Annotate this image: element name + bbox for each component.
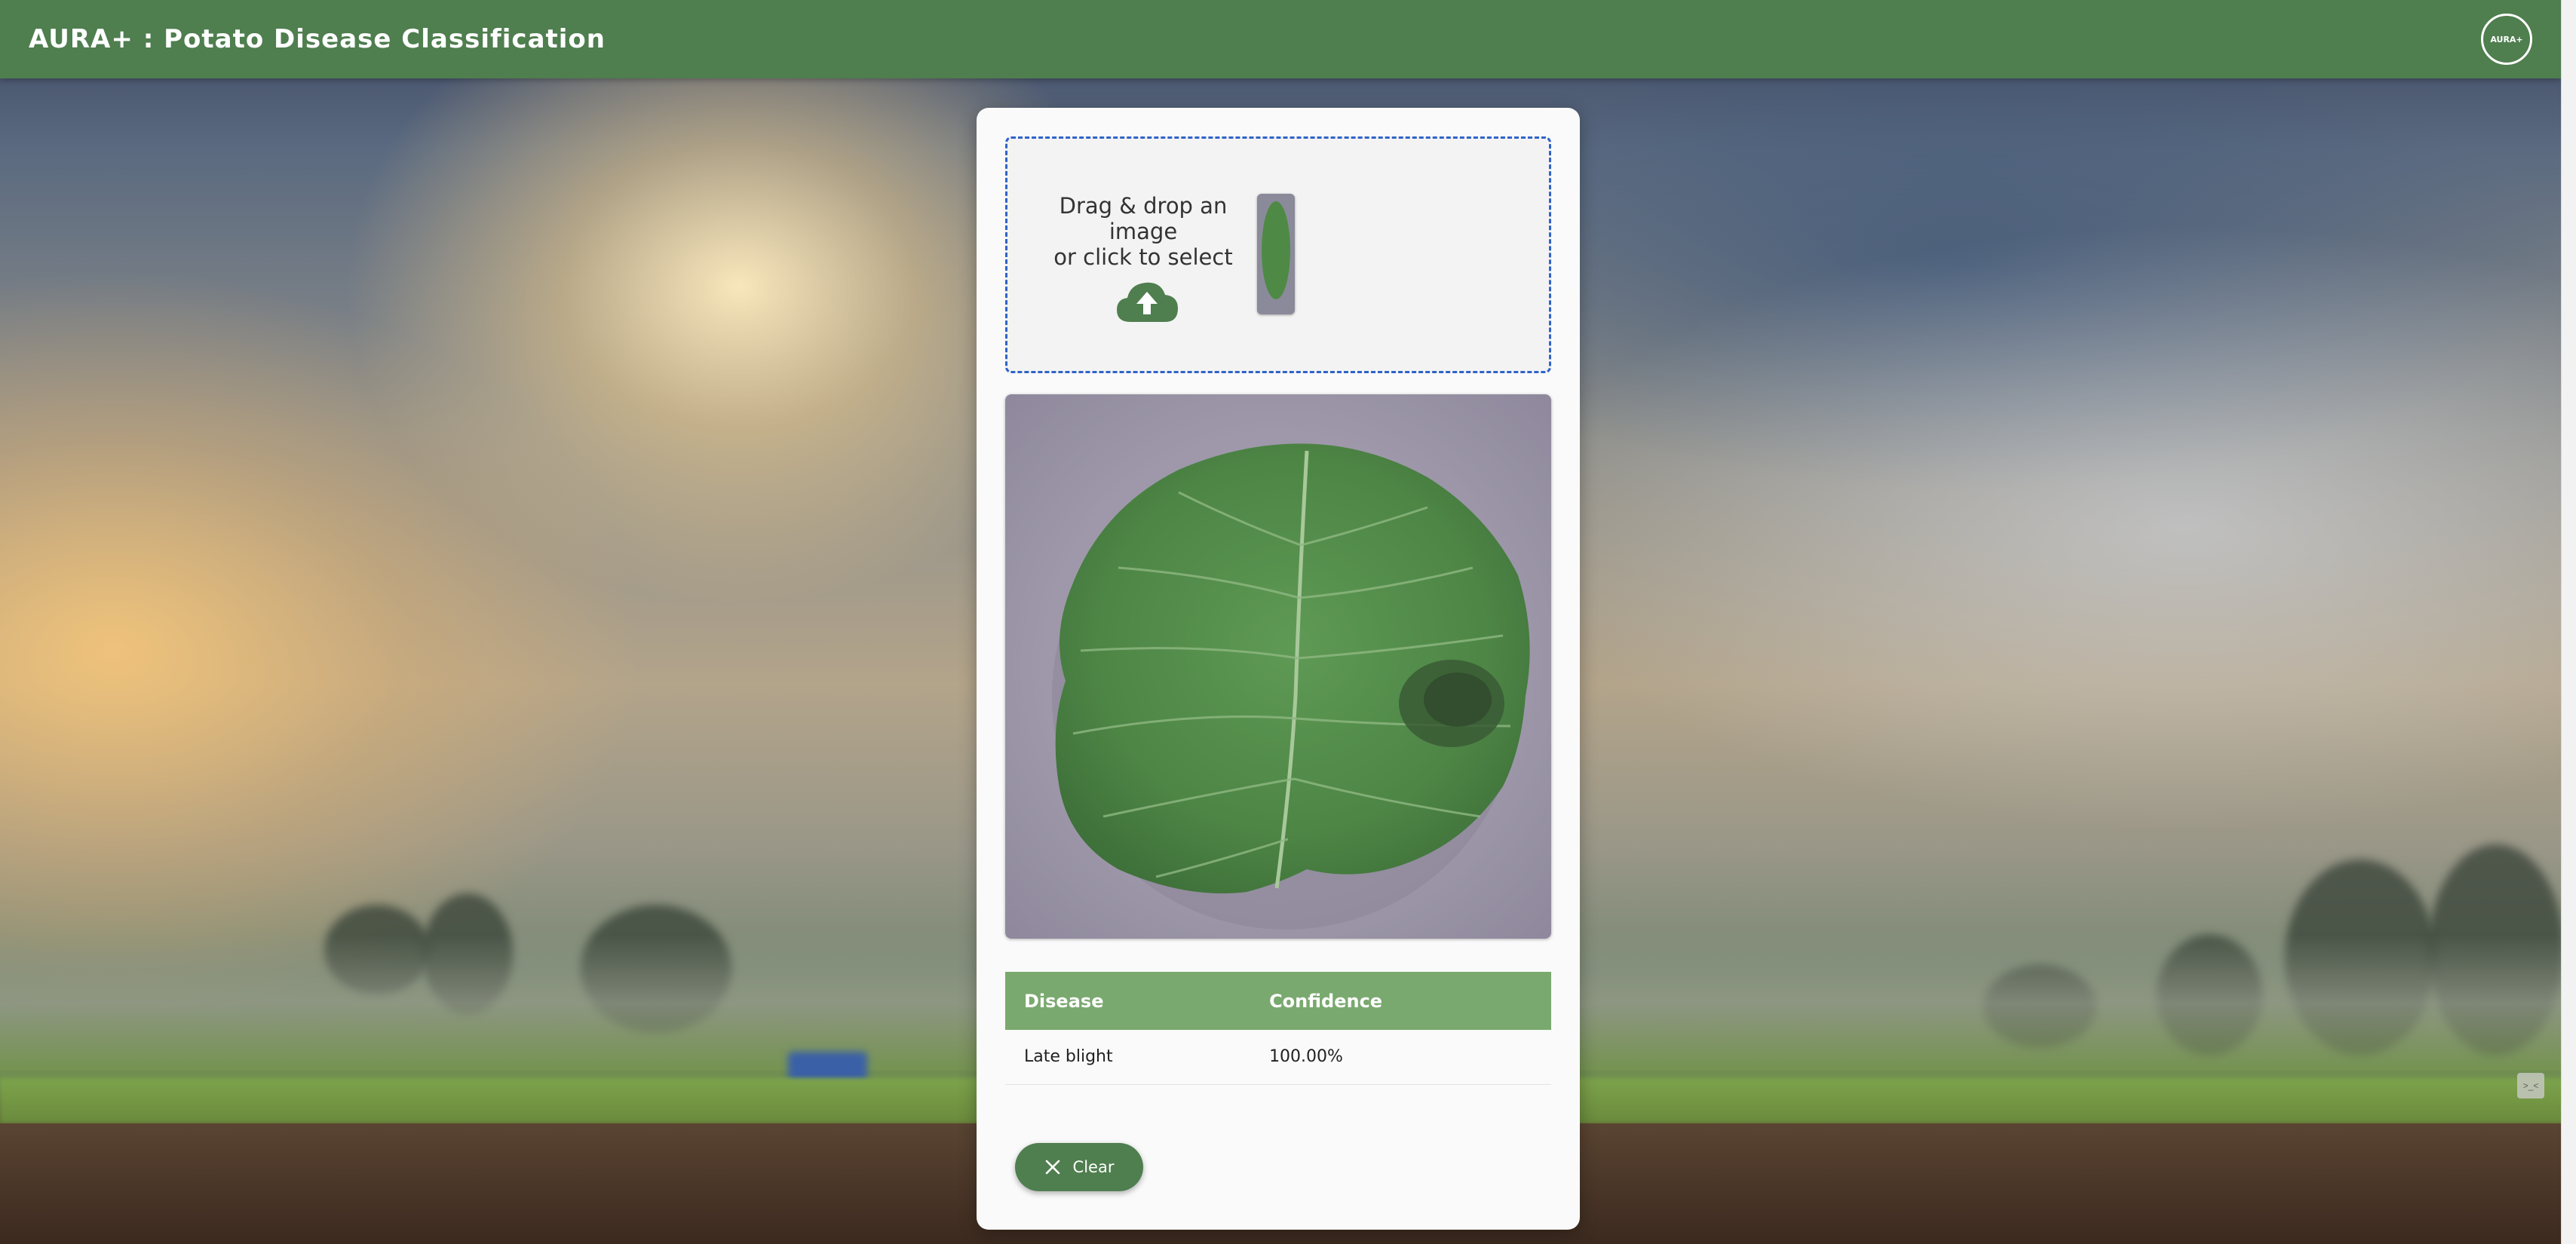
- table-row: Late blight 100.00%: [1005, 1030, 1551, 1085]
- app-bar: AURA+ : Potato Disease Classification AU…: [0, 0, 2561, 78]
- clear-button[interactable]: Clear: [1015, 1143, 1143, 1191]
- aura-logo[interactable]: AURA+: [2481, 14, 2532, 65]
- column-header-disease: Disease: [1005, 972, 1251, 1030]
- column-header-confidence: Confidence: [1250, 972, 1551, 1030]
- leaf-image: [1052, 443, 1530, 930]
- floating-widget-icon[interactable]: >_<: [2517, 1073, 2544, 1098]
- leaf-thumbnail-image: [1262, 201, 1290, 299]
- cloud-upload-icon: [1117, 282, 1178, 322]
- background-object: [788, 1052, 867, 1082]
- dropzone-line1: Drag & drop an image: [1059, 193, 1228, 244]
- uploaded-thumbnail[interactable]: [1257, 194, 1295, 314]
- results-table: Disease Confidence Late blight 100.00%: [1005, 972, 1551, 1085]
- image-dropzone[interactable]: Drag & drop an image or click to select: [1005, 136, 1551, 373]
- leaf-preview-image: [1005, 394, 1551, 939]
- page-scrollbar[interactable]: [2561, 0, 2576, 1244]
- disease-cell: Late blight: [1005, 1030, 1251, 1085]
- dropzone-text: Drag & drop an image or click to select: [1030, 193, 1256, 270]
- close-icon: [1045, 1160, 1060, 1175]
- dropzone-line2: or click to select: [1053, 244, 1233, 270]
- confidence-cell: 100.00%: [1250, 1030, 1551, 1085]
- classifier-card: Drag & drop an image or click to select: [977, 108, 1580, 1230]
- clear-button-label: Clear: [1072, 1158, 1115, 1176]
- app-title: AURA+ : Potato Disease Classification: [29, 24, 606, 54]
- results-header-row: Disease Confidence: [1005, 972, 1551, 1030]
